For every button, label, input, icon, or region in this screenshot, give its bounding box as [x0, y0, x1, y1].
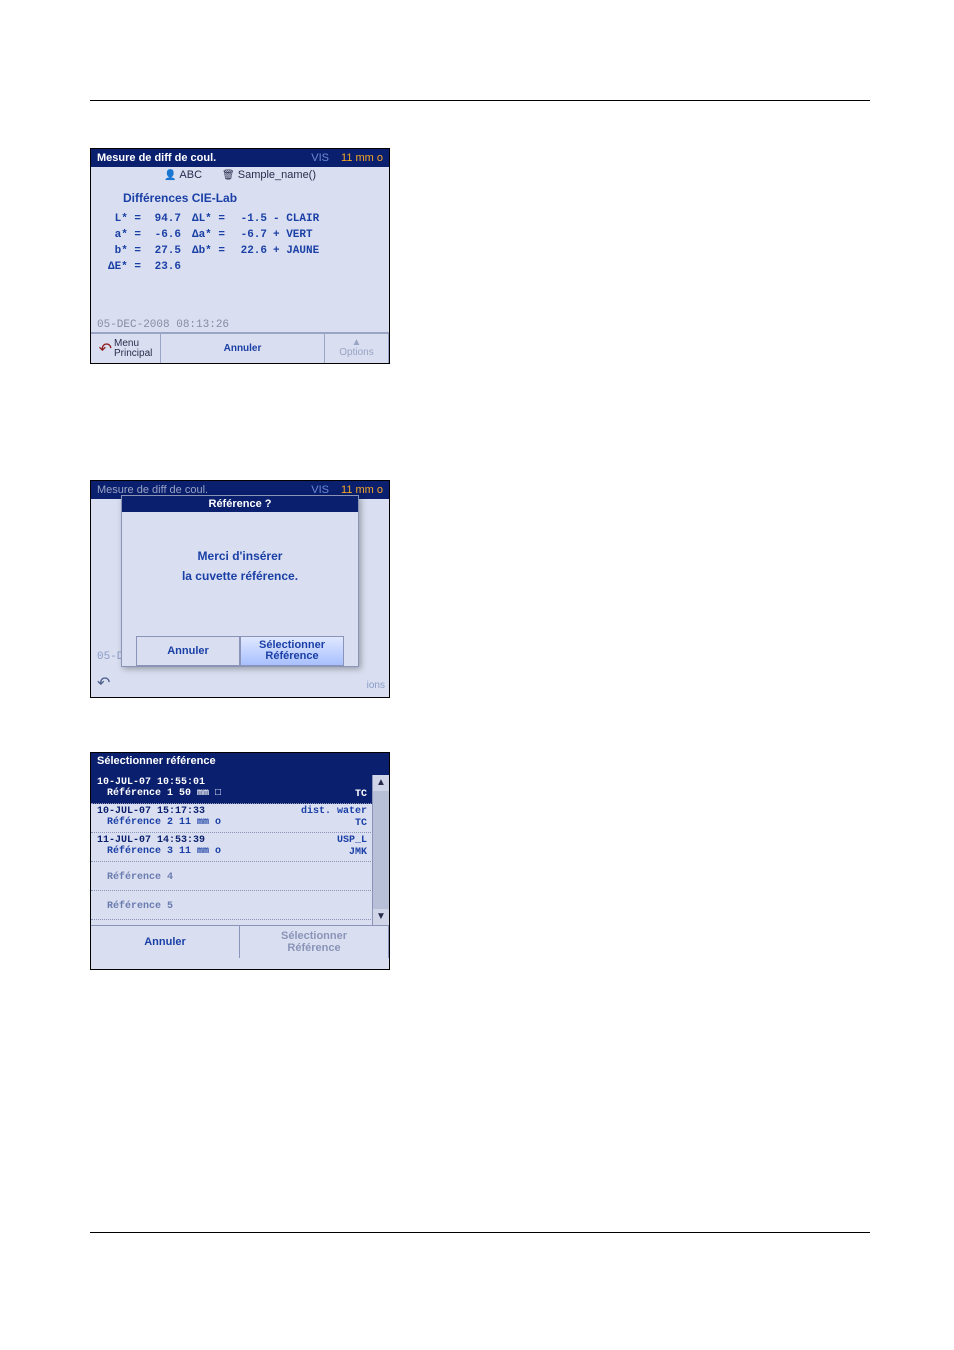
list-item[interactable]: Référence 4 [91, 862, 373, 891]
titlebar: Mesure de diff de coul. VIS 11 mm o [91, 149, 389, 167]
dialog-line2: la cuvette référence. [122, 566, 358, 586]
back-arrow-icon: ↶ [99, 339, 112, 359]
sample-icon: 🗑 [222, 170, 235, 181]
dialog-title: Référence ? [122, 496, 358, 512]
scrollbar[interactable]: ▲ ▼ [372, 775, 389, 925]
dialog-select-reference-button[interactable]: Sélectionner Référence [240, 636, 344, 666]
person-icon: 👤 [164, 170, 176, 181]
list-item[interactable]: 10-JUL-07 15:17:33 Référence 2 11 mm o d… [91, 804, 373, 833]
options-fragment: ions [367, 680, 385, 691]
back-arrow-icon: ↶ [97, 673, 110, 693]
footer-bar: ↶ Menu Principal Annuler ▲ Options [91, 332, 389, 363]
timestamp: 05-DEC-2008 08:13:26 [97, 319, 229, 331]
row-L: L* =94.7ΔL* =-1.5- CLAIR [105, 211, 389, 227]
dialog-cancel-button[interactable]: Annuler [136, 636, 240, 666]
triangle-up-icon: ▲ [352, 339, 362, 347]
list-item[interactable]: 10-JUL-07 10:55:01 Référence 1 50 mm □ T… [91, 775, 373, 804]
cielab-grid: L* =94.7ΔL* =-1.5- CLAIR a* =-6.6Δa* =-6… [91, 211, 389, 275]
reference-list: 10-JUL-07 10:55:01 Référence 1 50 mm □ T… [91, 775, 389, 925]
scroll-down-icon[interactable]: ▼ [373, 909, 389, 925]
vis-indicator: VIS [311, 152, 329, 164]
select-reference-button[interactable]: Sélectionner Référence [240, 926, 389, 958]
reference-dialog: Référence ? Merci d'insérer la cuvette r… [121, 495, 359, 667]
title-text: Mesure de diff de coul. [97, 152, 216, 164]
list-item[interactable]: 11-JUL-07 14:53:39 Référence 3 11 mm o U… [91, 833, 373, 862]
footer-bar: Annuler Sélectionner Référence [91, 925, 389, 958]
sample-info-row: 👤 ABC 🗑 Sample_name() [91, 167, 389, 183]
cancel-button[interactable]: Annuler [161, 333, 325, 363]
row-b: b* =27.5Δb* =22.6+ JAUNE [105, 243, 389, 259]
cielab-heading: Différences CIE-Lab [91, 183, 389, 211]
top-divider [90, 100, 870, 101]
sample-name: Sample_name() [238, 169, 316, 181]
scroll-up-icon[interactable]: ▲ [373, 775, 389, 791]
bottom-divider [90, 1232, 870, 1233]
abc-label: ABC [179, 169, 202, 181]
list-item[interactable]: Référence 5 [91, 891, 373, 920]
options-button[interactable]: ▲ Options [325, 333, 389, 363]
dialog-body: Merci d'insérer la cuvette référence. [122, 512, 358, 586]
screen-color-diff-result: Mesure de diff de coul. VIS 11 mm o 👤 AB… [90, 148, 390, 364]
dialog-line1: Merci d'insérer [122, 546, 358, 566]
screen-select-reference-list: Sélectionner référence 10-JUL-07 10:55:0… [90, 752, 390, 970]
dialog-footer: Annuler Sélectionner Référence [136, 636, 344, 666]
row-a: a* =-6.6Δa* =-6.7+ VERT [105, 227, 389, 243]
screen-reference-dialog: Mesure de diff de coul. VIS 11 mm o 05-D… [90, 480, 390, 698]
row-dE: ΔE* =23.6 [105, 259, 389, 275]
main-menu-button[interactable]: ↶ Menu Principal [91, 333, 161, 363]
titlebar: Sélectionner référence [91, 753, 389, 775]
cuvette-indicator: 11 mm o [341, 152, 383, 164]
timestamp-fragment: 05-D [97, 651, 123, 663]
cancel-button[interactable]: Annuler [91, 926, 240, 958]
